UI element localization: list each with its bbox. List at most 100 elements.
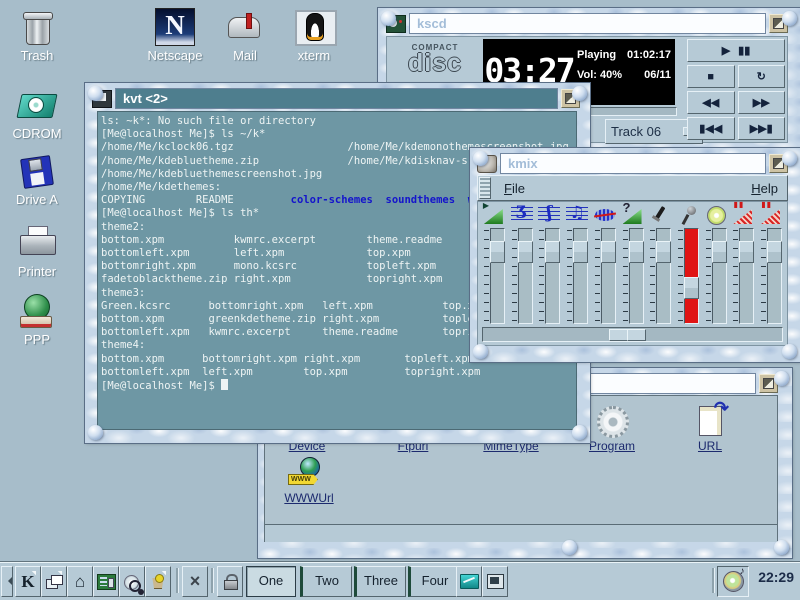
fast-forward-button[interactable]: ▶▶ <box>738 91 786 114</box>
microphone-icon[interactable] <box>676 204 700 226</box>
k-menu-button[interactable]: K <box>15 566 41 597</box>
basket-app-button[interactable] <box>145 566 171 597</box>
volume-slider-handle[interactable] <box>739 241 754 263</box>
next-track-button[interactable]: ▶▶▮ <box>738 117 786 140</box>
bass-clef-icon[interactable]: Ʒ <box>510 204 534 226</box>
pause-icon: ▮▮ <box>738 44 750 57</box>
logout-button[interactable]: × <box>182 566 208 597</box>
trash-icon <box>16 8 58 46</box>
mail-icon <box>224 8 266 46</box>
desktop-icon-printer[interactable]: Printer <box>4 224 70 279</box>
stop-button[interactable]: ■ <box>687 65 735 88</box>
home-button[interactable]: ⌂ <box>67 566 93 597</box>
menu-help[interactable]: Help <box>742 181 787 196</box>
desktop-icon-ppp[interactable]: PPP <box>4 292 70 347</box>
volume-slider-track[interactable] <box>739 228 754 324</box>
kmix-window: kmix File Help Ʒʃ♫ <box>470 148 800 362</box>
desktop: Trash NNetscapeMailxterm CDROM Drive A Print… <box>0 0 800 600</box>
balance-handle-left[interactable] <box>609 329 628 341</box>
home-icon: ⌂ <box>75 572 85 592</box>
basket-icon <box>150 574 166 589</box>
volume-slider-track[interactable] <box>490 228 505 324</box>
volume-slider-track[interactable] <box>656 228 671 324</box>
volume-slider-handle[interactable] <box>656 241 671 263</box>
desktop-icon-cdrom[interactable]: CDROM <box>4 86 70 141</box>
terminal-app-button[interactable] <box>482 566 508 597</box>
muted-b-icon[interactable] <box>759 204 783 226</box>
jack-icon[interactable] <box>648 204 672 226</box>
balance-slider[interactable] <box>482 327 783 342</box>
pager-desktop-three[interactable]: Three <box>354 566 406 597</box>
window-list-button[interactable] <box>41 566 67 597</box>
volume-slider-track[interactable] <box>629 228 644 324</box>
pager-desktop-two[interactable]: Two <box>300 566 352 597</box>
k-menu-icon: K <box>21 572 34 592</box>
desktop-icon-drive-a[interactable]: Drive A <box>4 152 70 207</box>
kfm-icon-wwwurl[interactable]: WWWWWWUrl <box>273 456 345 505</box>
rewind-button[interactable]: ◀◀ <box>687 91 735 114</box>
volume-slider-handle[interactable] <box>545 241 560 263</box>
pager-desktop-four[interactable]: Four <box>408 566 460 597</box>
desktop-icon-label: Printer <box>4 264 70 279</box>
panel-hide-button[interactable] <box>1 566 13 597</box>
volume-slider-track[interactable] <box>601 228 616 324</box>
kmix-title: kmix <box>500 153 766 174</box>
window-corner-bubble <box>572 86 587 101</box>
window-corner-bubble <box>473 344 488 359</box>
mixer-channel-microphone <box>674 204 702 328</box>
desktop-icon-label: Drive A <box>4 192 70 207</box>
find-files-button[interactable] <box>119 566 145 597</box>
previous-track-button[interactable]: ▮◀◀ <box>687 117 735 140</box>
volume-slider-handle[interactable] <box>573 241 588 263</box>
pager-desktop-one[interactable]: One <box>246 566 296 597</box>
drive-a-icon <box>16 152 58 190</box>
menubar-grip-handle[interactable] <box>479 177 491 199</box>
volume-slider-handle[interactable] <box>601 241 616 263</box>
desktop-icon-trash[interactable]: Trash <box>4 8 70 63</box>
volume-slider-handle[interactable] <box>767 241 782 263</box>
unknown-icon[interactable] <box>621 204 645 226</box>
kscd-titlebar[interactable]: kscd <box>386 14 788 33</box>
terminal-line: [Me@localhost Me]$ ls ~/k* <box>101 128 576 141</box>
volume-slider-handle[interactable] <box>490 241 505 263</box>
mixer-channel-wave <box>591 204 619 328</box>
volume-slider-track[interactable] <box>712 228 727 324</box>
desktop-icon-label: Netscape <box>142 48 208 63</box>
volume-slider-handle[interactable] <box>684 277 699 299</box>
kscd-cd-icon <box>723 571 744 592</box>
volume-slider-track[interactable] <box>518 228 533 324</box>
loop-button[interactable]: ↻ <box>738 65 786 88</box>
notes-app-button[interactable] <box>456 566 482 597</box>
desktop-icon-mail[interactable]: Mail <box>212 8 278 63</box>
cd-icon[interactable] <box>704 204 728 226</box>
menu-file[interactable]: File <box>495 181 534 196</box>
kmix-titlebar[interactable]: kmix <box>477 154 788 173</box>
kmix-main: Ʒʃ♫ <box>477 201 788 346</box>
desktop-icon-netscape[interactable]: NNetscape <box>142 8 208 63</box>
mixer-channel-muted-b <box>757 204 785 328</box>
xterm-icon <box>293 8 335 46</box>
kfm-icon-url[interactable]: URL <box>674 404 746 453</box>
slider-ticks <box>649 228 655 324</box>
volume-slider-track[interactable] <box>573 228 588 324</box>
volume-slider-handle[interactable] <box>629 241 644 263</box>
window-corner-bubble <box>572 425 587 440</box>
volume-slider-track[interactable] <box>545 228 560 324</box>
play-pause-button[interactable]: ▶ ▮▮ <box>687 39 785 62</box>
muted-a-icon[interactable] <box>731 204 755 226</box>
kscd-taskbar-entry[interactable] <box>717 566 749 597</box>
kvt-titlebar[interactable]: kvt <2> <box>92 89 580 108</box>
notes-icon[interactable]: ♫ <box>565 204 589 226</box>
treble-clef-icon[interactable]: ʃ <box>537 204 561 226</box>
balance-handle-right[interactable] <box>627 329 646 341</box>
kppp-button[interactable] <box>93 566 119 597</box>
volume-slider-handle[interactable] <box>518 241 533 263</box>
lock-screen-button[interactable] <box>217 566 243 597</box>
mixer-channel-volume <box>480 204 508 328</box>
volume-slider-handle[interactable] <box>712 241 727 263</box>
wave-icon[interactable] <box>593 204 617 226</box>
volume-slider-track[interactable] <box>684 228 699 324</box>
desktop-icon-xterm[interactable]: xterm <box>281 8 347 63</box>
volume-icon[interactable] <box>482 204 506 226</box>
volume-slider-track[interactable] <box>767 228 782 324</box>
